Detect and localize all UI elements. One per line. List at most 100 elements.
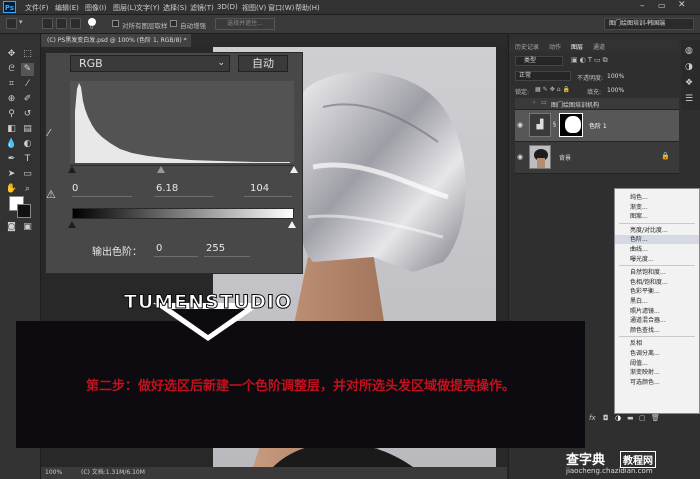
properties-panel-icon[interactable]: ☰ [685,94,693,104]
clipping-icon[interactable]: ⚠ [46,188,56,201]
channel-select[interactable]: RGB ⌄ [70,55,230,72]
eye-icon[interactable]: ◉ [517,153,523,161]
new-selection-icon[interactable] [42,18,53,29]
input-black-slider[interactable] [68,166,76,173]
delete-layer-icon[interactable]: 🗑 [651,414,660,422]
minimize-icon[interactable]: – [640,1,645,11]
blur-tool-icon[interactable]: 💧 [5,138,18,151]
add-mask-icon[interactable]: ◘ [603,414,609,422]
crop-tool-icon[interactable]: ⌗ [5,78,18,91]
layer-mask-thumbnail[interactable] [559,113,583,137]
eraser-tool-icon[interactable]: ◧ [5,123,18,136]
lock-icon[interactable]: 🔒 [661,152,670,160]
menu-item[interactable]: 可选颜色... [615,378,699,387]
tab-channels[interactable]: 通道 [593,42,605,51]
layer-filter-icons[interactable]: ▣◐T▭⧉ [571,56,610,65]
adjustments-panel-icon[interactable]: ◑ [685,62,693,72]
marquee-tool-icon[interactable]: ⬚ [21,48,34,61]
screen-mode-icon[interactable]: ▣ [21,221,34,234]
clone-stamp-tool-icon[interactable]: ⚲ [5,108,18,121]
sample-all-layers-checkbox[interactable] [112,20,119,27]
menu-type[interactable]: 文字(Y) [136,3,160,13]
menu-item[interactable]: 亮度/对比度... [615,226,699,235]
menu-3d[interactable]: 3D(D) [217,3,238,11]
menu-file[interactable]: 文件(F) [25,3,49,13]
output-black-slider[interactable] [68,221,76,228]
select-and-mask-button[interactable]: 选择并遮住... [215,18,275,30]
history-brush-tool-icon[interactable]: ↺ [21,108,34,121]
menu-item[interactable]: 渐变... [615,203,699,212]
move-tool-icon[interactable]: ✥ [5,48,18,61]
menu-item[interactable]: 色彩平衡... [615,287,699,296]
menu-item[interactable]: 阈值... [615,359,699,368]
lock-icons[interactable]: ▦✎✥⌂🔒 [535,86,572,93]
menu-item[interactable]: 渐变映射... [615,368,699,377]
menu-window[interactable]: 窗口(W) [268,3,294,13]
subtract-selection-icon[interactable] [70,18,81,29]
input-gamma-slider[interactable] [157,166,165,173]
add-to-selection-icon[interactable] [56,18,67,29]
menu-view[interactable]: 视图(V) [242,3,266,13]
output-black-value[interactable]: 0 [156,243,162,254]
input-black-value[interactable]: 0 [72,183,78,194]
workspace-select[interactable]: 图门绘图培训-韩国端 [604,18,694,30]
gradient-tool-icon[interactable]: ▤ [21,123,34,136]
menu-item[interactable]: 色阶... [615,235,699,245]
menu-item[interactable]: 颜色查找... [615,326,699,335]
document-tab[interactable]: (C) PS黑发变白发.psd @ 100% (色阶 1, RGB/8) * [41,34,191,47]
menu-select[interactable]: 选择(S) [163,3,187,13]
quick-selection-tool-icon[interactable]: ✎ [21,63,34,76]
lasso-tool-icon[interactable]: ᘓ [5,63,18,76]
pen-tool-icon[interactable]: ✒ [5,153,18,166]
dodge-tool-icon[interactable]: ◐ [21,138,34,151]
output-white-slider[interactable] [288,221,296,228]
layer-row-group[interactable]: › ▭ 图门绘图培训机构 [515,98,679,110]
fill-value[interactable]: 100% [607,87,624,94]
auto-enhance-checkbox[interactable] [170,20,177,27]
menu-item[interactable]: 曝光度... [615,255,699,264]
layer-filter-select[interactable]: 类型 [515,56,563,66]
menu-item[interactable]: 曲线... [615,245,699,254]
menu-item[interactable]: 反相 [615,339,699,348]
maximize-icon[interactable]: ▭ [658,1,666,10]
background-color-swatch[interactable] [17,204,31,218]
input-gamma-value[interactable]: 6.18 [156,183,178,194]
eyedropper-tool-icon[interactable]: ⁄ [21,78,34,91]
new-layer-icon[interactable]: ▢ [639,414,646,422]
type-tool-icon[interactable]: T [21,153,34,166]
input-white-value[interactable]: 104 [250,183,269,194]
output-white-value[interactable]: 255 [206,243,225,254]
quick-mask-icon[interactable]: ◙ [5,221,18,234]
layer-row-levels[interactable]: ◉ ▟ § 色阶 1 [515,110,679,142]
auto-button[interactable]: 自动 [238,55,288,72]
menu-item[interactable]: 纯色... [615,193,699,202]
menu-item[interactable]: 图案... [615,212,699,221]
zoom-tool-icon[interactable]: ⌕ [21,183,34,196]
layers-panel-icon[interactable]: ❖ [685,78,693,88]
opacity-value[interactable]: 100% [607,73,624,80]
close-icon[interactable]: ✕ [678,0,686,10]
chevron-down-icon[interactable]: ▾ [19,18,23,26]
fx-icon[interactable]: fx [589,414,596,422]
link-icon[interactable]: § [553,121,556,128]
adjustment-layer-icon[interactable]: ◑ [615,414,621,422]
menu-layer[interactable]: 图层(L) [113,3,136,13]
menu-item[interactable]: 色调分离... [615,349,699,358]
new-group-icon[interactable]: ▬ [627,414,634,422]
chevron-right-icon[interactable]: › [533,99,535,106]
eyedropper-black-icon[interactable]: ⁄ [48,128,50,139]
path-selection-tool-icon[interactable]: ➤ [5,168,18,181]
menu-help[interactable]: 帮助(H) [295,3,320,13]
menu-item[interactable]: 自然饱和度... [615,268,699,277]
menu-image[interactable]: 图像(I) [85,3,107,13]
eye-icon[interactable]: ◉ [517,121,523,129]
menu-filter[interactable]: 滤镜(T) [190,3,214,13]
healing-brush-tool-icon[interactable]: ⊕ [5,93,18,106]
brush-tool-icon[interactable]: ✐ [21,93,34,106]
zoom-level[interactable]: 100% [45,467,62,479]
layer-row-background[interactable]: ◉ 背景 🔒 [515,142,679,174]
shape-tool-icon[interactable]: ▭ [21,168,34,181]
input-white-slider[interactable] [290,166,298,173]
menu-item[interactable]: 色相/饱和度... [615,278,699,287]
blend-mode-select[interactable]: 正常 [515,71,571,81]
